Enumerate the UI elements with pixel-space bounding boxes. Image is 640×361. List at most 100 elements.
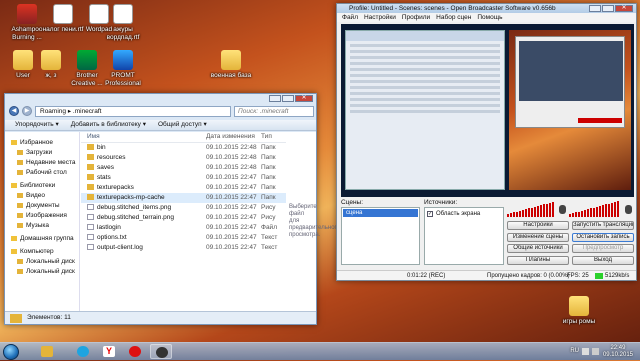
file-type: Папк — [261, 174, 276, 181]
global-sources-button[interactable]: Общие источники — [507, 244, 569, 253]
meter-segment — [534, 206, 536, 217]
column-name[interactable]: Имя — [81, 132, 206, 142]
meter-segment — [569, 214, 571, 217]
folder-icon — [17, 169, 23, 175]
meter-segment — [599, 206, 601, 217]
settings-button[interactable]: Настройки — [507, 221, 569, 230]
obs-close-button[interactable]: ✕ — [615, 5, 633, 12]
language-indicator[interactable]: RU — [570, 348, 579, 354]
edit-scene-button[interactable]: Изменение сцены — [507, 232, 569, 242]
preview-button[interactable]: Предпросмотр — [572, 244, 634, 253]
desktop-icon-promt[interactable]: PROMT Professional — [100, 50, 146, 87]
sidebar-item[interactable]: Загрузки — [5, 148, 79, 158]
breadcrumb-roaming[interactable]: Roaming — [40, 108, 66, 115]
sidebar-item-label: Избранное — [20, 139, 53, 146]
obs-titlebar[interactable]: Profile: Untitled - Scenes: scenes - Ope… — [337, 4, 636, 13]
file-type: Папк — [261, 194, 276, 201]
taskbar-explorer[interactable] — [36, 344, 58, 359]
sidebar-item[interactable]: Документы — [5, 201, 79, 211]
back-arrow-icon[interactable]: ◀ — [9, 106, 19, 116]
sidebar-item[interactable]: Изображения — [5, 211, 79, 221]
stop-recording-button[interactable]: Остановить запись — [572, 232, 634, 242]
breadcrumb-minecraft[interactable]: .minecraft — [73, 108, 102, 115]
meter-segment — [522, 210, 524, 217]
organize-button[interactable]: Упорядочить ▾ — [15, 120, 59, 130]
folder-icon — [87, 174, 94, 181]
volume-icon[interactable] — [592, 348, 599, 355]
sidebar-item[interactable]: Библиотеки — [5, 181, 79, 191]
taskbar-obs[interactable] — [150, 344, 172, 359]
scene-item[interactable]: сцена — [343, 209, 418, 217]
file-name: stats — [97, 174, 111, 181]
sidebar-item[interactable]: Локальный диск — [5, 267, 79, 277]
scenes-list: сцена — [341, 207, 420, 265]
meter-segment — [575, 212, 577, 217]
sidebar-item[interactable]: Рабочий стол — [5, 168, 79, 178]
obs-maximize-button[interactable] — [602, 5, 614, 12]
sidebar-item[interactable]: Недавние места — [5, 158, 79, 168]
file-row[interactable]: texturepacks-mp-cache 09.10.2015 22:47 Пап… — [81, 193, 286, 203]
sidebar-item[interactable]: Локальный диск — [5, 257, 79, 267]
file-row[interactable]: bin 09.10.2015 22:48 Папк — [81, 143, 286, 153]
file-row[interactable]: debug.stitched_terrain.png 09.10.2015 22:… — [81, 213, 286, 223]
desktop-icon-voennaya-baza[interactable]: военная база — [208, 50, 254, 80]
close-button[interactable]: ✕ — [295, 95, 313, 102]
file-row[interactable]: lastlogin 09.10.2015 22:47 Файл — [81, 223, 286, 233]
desktop-icon-igry-romy[interactable]: игры ромы — [556, 296, 602, 326]
file-row[interactable]: output-client.log 09.10.2015 22:47 Текст — [81, 243, 286, 253]
obs-status-bar: 0:01:22 (REC) Пропущено кадров: 0 (0.00%… — [337, 270, 636, 280]
file-date: 09.10.2015 22:47 — [206, 194, 257, 201]
sidebar-item[interactable]: Музыка — [5, 221, 79, 231]
file-row[interactable]: stats 09.10.2015 22:47 Папк — [81, 173, 286, 183]
maximize-button[interactable] — [282, 95, 294, 102]
explorer-titlebar[interactable]: ✕ — [5, 94, 316, 103]
source-checkbox[interactable]: ✓ — [427, 211, 433, 217]
menu-scene-collection[interactable]: Набор сцен — [436, 13, 471, 22]
network-icon[interactable] — [582, 348, 589, 355]
file-row[interactable]: resources 09.10.2015 22:48 Папк — [81, 153, 286, 163]
file-date: 09.10.2015 22:48 — [206, 164, 257, 171]
obs-minimize-button[interactable] — [589, 5, 601, 12]
meter-segment — [546, 203, 548, 217]
file-date: 09.10.2015 22:47 — [206, 214, 257, 221]
clock[interactable]: 22:49 09.10.2015 — [603, 345, 633, 359]
meter-segment — [516, 211, 518, 217]
add-to-library-button[interactable]: Добавить в библиотеку ▾ — [71, 120, 146, 130]
start-stream-button[interactable]: Запустить трансляцию — [572, 221, 634, 230]
file-name-cell: output-client.log — [81, 243, 206, 253]
menu-profiles[interactable]: Профили — [402, 13, 430, 22]
file-row[interactable]: saves 09.10.2015 22:48 Папк — [81, 163, 286, 173]
taskbar-skype[interactable] — [72, 344, 94, 359]
plugins-button[interactable]: Плагины — [507, 255, 569, 265]
brother-app-icon — [77, 50, 97, 70]
file-row[interactable]: options.txt 09.10.2015 22:47 Текст — [81, 233, 286, 243]
exit-button[interactable]: Выход — [572, 255, 634, 265]
menu-settings[interactable]: Настройки — [364, 13, 396, 22]
sidebar-item[interactable]: Компьютер — [5, 247, 79, 257]
menu-file[interactable]: Файл — [342, 13, 358, 22]
taskbar-opera[interactable] — [124, 344, 146, 359]
file-name-cell: lastlogin — [81, 223, 206, 233]
sidebar-item[interactable]: Избранное — [5, 138, 79, 148]
explorer-address-row: ◀ ▶ Roaming ▸ .minecraft Поиск: .minecra… — [9, 105, 314, 117]
column-type[interactable]: Тип — [261, 132, 286, 142]
start-button-icon[interactable] — [3, 344, 19, 360]
file-row[interactable]: debug.stitched_items.png 09.10.2015 22:47… — [81, 203, 286, 213]
file-icon — [87, 224, 94, 231]
search-input[interactable]: Поиск: .minecraft — [234, 105, 314, 117]
sidebar-item[interactable]: Домашняя группа — [5, 234, 79, 244]
menu-help[interactable]: Помощь — [477, 13, 502, 22]
taskbar-yandex[interactable]: Y — [98, 344, 120, 359]
minimize-button[interactable] — [269, 95, 281, 102]
microphone-icon[interactable] — [625, 205, 632, 214]
desktop-icon-azhury-rtf[interactable]: ажуры вордпад.rtf — [100, 4, 146, 41]
file-row[interactable]: texturepacks 09.10.2015 22:47 Папк — [81, 183, 286, 193]
sidebar-item[interactable]: Видео — [5, 191, 79, 201]
speaker-icon[interactable] — [559, 205, 566, 214]
opera-icon — [129, 346, 141, 357]
address-bar[interactable]: Roaming ▸ .minecraft — [35, 105, 231, 117]
forward-arrow-icon[interactable]: ▶ — [22, 106, 32, 116]
column-date[interactable]: Дата изменения — [206, 132, 261, 142]
source-item[interactable]: ✓ Область экрана — [427, 210, 501, 218]
share-button[interactable]: Общий доступ ▾ — [158, 120, 207, 130]
